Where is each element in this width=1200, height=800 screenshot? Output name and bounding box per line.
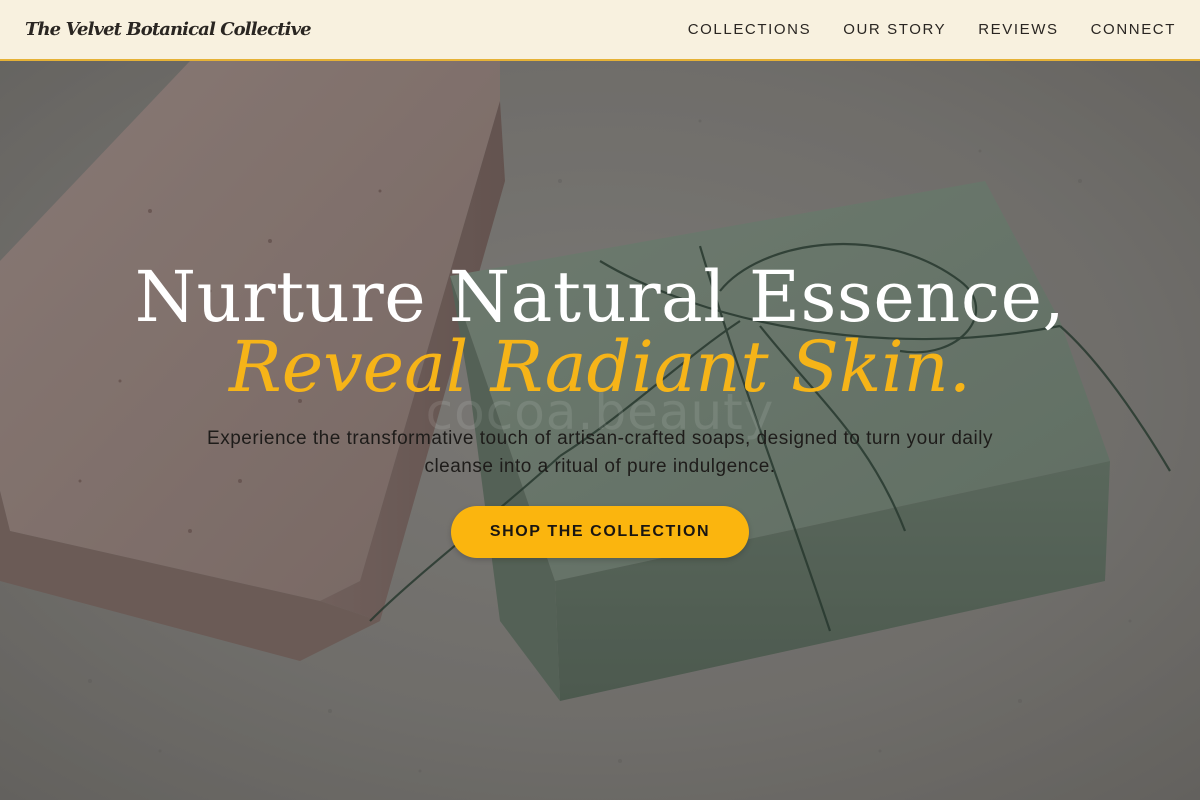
shop-collection-button[interactable]: SHOP THE COLLECTION	[451, 506, 749, 558]
hero-content: cocoa.beauty Nurture Natural Essence, Re…	[0, 61, 1200, 800]
site-header: The Velvet Botanical Collective COLLECTI…	[0, 0, 1200, 61]
hero-section: cocoa.beauty Nurture Natural Essence, Re…	[0, 61, 1200, 800]
hero-headline-line1: Nurture Natural Essence,	[134, 256, 1066, 338]
nav-link-reviews[interactable]: REVIEWS	[978, 21, 1058, 38]
nav-link-our-story[interactable]: OUR STORY	[843, 21, 946, 38]
nav-link-connect[interactable]: CONNECT	[1091, 21, 1176, 38]
page: The Velvet Botanical Collective COLLECTI…	[0, 0, 1200, 800]
brand-logo[interactable]: The Velvet Botanical Collective	[25, 19, 312, 40]
hero-subtext: Experience the transformative touch of a…	[207, 428, 993, 477]
nav-link-collections[interactable]: COLLECTIONS	[688, 21, 811, 38]
hero-headline-line2: Reveal Radiant Skin.	[228, 326, 971, 408]
main-nav: COLLECTIONS OUR STORY REVIEWS CONNECT	[656, 21, 1176, 38]
